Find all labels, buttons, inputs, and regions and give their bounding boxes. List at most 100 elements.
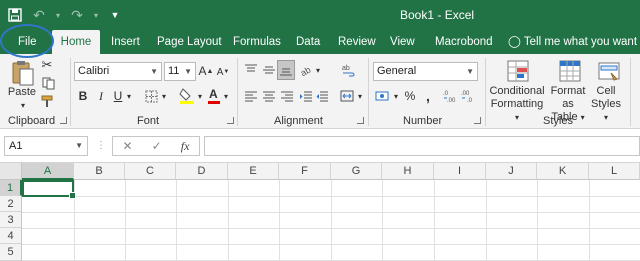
tab-review[interactable]: Review — [338, 30, 376, 54]
align-top-icon[interactable] — [243, 62, 259, 78]
tab-home[interactable]: Home — [52, 30, 100, 54]
select-all-corner[interactable] — [0, 163, 22, 180]
row-header[interactable]: 2 — [0, 196, 22, 212]
fill-dropdown-icon[interactable]: ▾ — [196, 90, 204, 102]
shrink-font-icon[interactable]: A ▼ — [216, 64, 230, 80]
outdent-icon[interactable] — [314, 88, 330, 104]
format-painter-icon[interactable] — [40, 94, 56, 108]
tab-insert[interactable]: Insert — [111, 30, 140, 54]
italic-button[interactable]: I — [94, 88, 108, 104]
currency-dropdown-icon[interactable]: ▾ — [392, 90, 400, 102]
underline-dropdown-icon[interactable]: ▾ — [125, 90, 133, 102]
tab-view[interactable]: View — [390, 30, 415, 54]
bold-button[interactable]: B — [76, 88, 90, 104]
svg-text:ab: ab — [342, 65, 350, 72]
align-right-icon[interactable] — [279, 88, 295, 104]
conditional-formatting-label[interactable]: Conditional Formatting ▾ — [488, 85, 546, 124]
font-color-dropdown-icon[interactable]: ▾ — [222, 90, 230, 102]
comma-button[interactable]: , — [421, 88, 435, 104]
clipboard-launcher-icon[interactable] — [60, 117, 67, 124]
tab-file[interactable]: File — [12, 30, 43, 54]
font-launcher-icon[interactable] — [227, 117, 234, 124]
gridline — [228, 180, 229, 261]
borders-dropdown-icon[interactable]: ▾ — [160, 90, 168, 102]
number-format-value: General — [377, 65, 417, 77]
conditional-formatting-icon[interactable] — [505, 58, 531, 86]
percent-button[interactable]: % — [403, 88, 417, 104]
wrap-text-icon[interactable]: ab — [340, 62, 356, 78]
cancel-icon[interactable]: ✕ — [123, 139, 133, 153]
row-header[interactable]: 1 — [0, 180, 22, 196]
column-header[interactable]: E — [228, 163, 279, 180]
column-header[interactable]: C — [125, 163, 176, 180]
gridline — [589, 180, 590, 261]
borders-icon[interactable] — [142, 88, 160, 104]
customize-qat-icon[interactable]: ▼ — [106, 6, 124, 24]
undo-dropdown-icon[interactable]: ▾ — [54, 6, 62, 24]
align-bottom-icon[interactable] — [277, 60, 295, 80]
save-icon[interactable] — [6, 6, 24, 24]
paste-icon[interactable] — [8, 58, 38, 88]
worksheet-grid[interactable]: A B C D E F G H I J K L 1 2 3 4 5 — [0, 163, 640, 261]
underline-button[interactable]: U — [111, 88, 125, 104]
indent-icon[interactable] — [298, 88, 314, 104]
column-header[interactable]: D — [176, 163, 228, 180]
number-format-box[interactable]: General ▼ — [373, 62, 478, 81]
tab-macrobond[interactable]: Macrobond — [435, 30, 493, 54]
formula-input[interactable] — [204, 136, 640, 156]
redo-dropdown-icon[interactable]: ▾ — [92, 6, 100, 24]
align-left-icon[interactable] — [243, 88, 259, 104]
column-header[interactable]: H — [382, 163, 434, 180]
enter-icon[interactable]: ✓ — [152, 139, 162, 153]
align-middle-icon[interactable] — [261, 62, 277, 78]
cell-styles-icon[interactable] — [596, 58, 622, 86]
font-size-value: 11 — [168, 65, 180, 77]
row-header[interactable]: 5 — [0, 244, 22, 261]
gridline — [331, 180, 332, 261]
group-separator — [630, 58, 631, 126]
undo-icon[interactable]: ↶ — [30, 6, 48, 24]
merge-dropdown-icon[interactable]: ▾ — [356, 90, 364, 102]
orientation-icon[interactable]: ab — [298, 62, 314, 78]
font-size-box[interactable]: 11 ▼ — [164, 62, 196, 81]
column-header[interactable]: F — [279, 163, 331, 180]
merge-center-icon[interactable] — [338, 88, 356, 104]
tell-me-box[interactable]: ◯ Tell me what you want to do — [508, 30, 640, 54]
column-header[interactable]: K — [537, 163, 589, 180]
grow-font-icon[interactable]: A ▲ — [199, 63, 214, 79]
column-header[interactable]: J — [486, 163, 537, 180]
column-header[interactable]: I — [434, 163, 486, 180]
name-box[interactable]: A1 ▼ — [4, 136, 88, 156]
number-launcher-icon[interactable] — [474, 117, 481, 124]
font-name-box[interactable]: Calibri ▼ — [74, 62, 162, 81]
paste-dropdown-icon[interactable]: ▾ — [16, 100, 30, 110]
paste-label[interactable]: Paste — [6, 86, 38, 99]
currency-icon[interactable] — [374, 88, 392, 104]
more-options-icon[interactable]: ⋮ — [96, 138, 106, 154]
decrease-decimal-icon[interactable]: .00.0 — [461, 88, 477, 104]
align-center-icon[interactable] — [261, 88, 277, 104]
cell-styles-label[interactable]: Cell Styles ▾ — [588, 85, 624, 124]
column-header[interactable]: A — [22, 163, 74, 180]
increase-decimal-icon[interactable]: .0.00 — [443, 88, 459, 104]
copy-icon[interactable] — [40, 76, 58, 90]
tab-page-layout[interactable]: Page Layout — [157, 30, 222, 54]
orientation-dropdown-icon[interactable]: ▾ — [314, 64, 322, 76]
tab-data[interactable]: Data — [296, 30, 320, 54]
row-header[interactable]: 4 — [0, 228, 22, 244]
tab-formulas[interactable]: Formulas — [233, 30, 281, 54]
row-header[interactable]: 3 — [0, 212, 22, 228]
format-as-table-icon[interactable] — [557, 58, 583, 86]
redo-icon[interactable]: ↷ — [68, 6, 86, 24]
formula-bar: A1 ▼ ⋮ ✕ ✓ fx — [0, 129, 640, 163]
alignment-launcher-icon[interactable] — [357, 117, 364, 124]
fill-color-icon[interactable] — [178, 86, 196, 106]
column-header[interactable]: B — [74, 163, 125, 180]
font-color-icon[interactable]: A — [206, 86, 222, 106]
cut-icon[interactable]: ✂ — [40, 57, 54, 72]
column-header[interactable]: G — [331, 163, 382, 180]
font-name-value: Calibri — [78, 65, 110, 77]
active-cell-a1[interactable] — [22, 180, 76, 199]
column-header[interactable]: L — [589, 163, 640, 180]
insert-function-icon[interactable]: fx — [181, 139, 190, 154]
